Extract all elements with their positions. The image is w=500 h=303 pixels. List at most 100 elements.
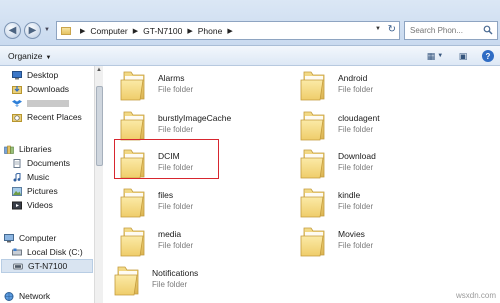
folder-item-alarms[interactable]: Alarms File folder [118, 69, 288, 105]
sidebar-item-videos[interactable]: Videos [12, 199, 53, 211]
documents-icon [13, 158, 21, 168]
dropbox-icon [12, 99, 22, 107]
chevron-down-icon: ▼ [45, 55, 52, 61]
sidebar-item-computer[interactable]: Computer [4, 232, 56, 244]
breadcrumb: ▶ Computer ▶ GT-N7100 ▶ Phone ▶ [75, 26, 238, 36]
sidebar-item-label: Downloads [27, 84, 70, 94]
sidebar-item-desktop[interactable]: Desktop [12, 69, 58, 81]
folder-icon [120, 111, 145, 141]
search-input[interactable] [410, 26, 482, 35]
address-toolbar: ◀ ▶ ▼ ▶ Computer ▶ GT-N7100 ▶ Phone ▶ ▼ … [0, 0, 500, 46]
folder-item-notifications[interactable]: Notifications File folder [112, 264, 282, 300]
breadcrumb-device[interactable]: GT-N7100 [143, 26, 182, 36]
view-options-icon: ▦ [426, 50, 436, 61]
videos-icon [12, 201, 22, 209]
chevron-right-icon[interactable]: ▶ [227, 27, 232, 35]
refresh-button[interactable]: ↻ [388, 24, 396, 35]
folder-item-android[interactable]: Android File folder [298, 69, 468, 105]
network-icon [4, 291, 14, 301]
folder-item-media[interactable]: media File folder [118, 225, 288, 261]
refresh-icon: ↻ [387, 24, 396, 35]
sidebar-item-label: Videos [27, 200, 53, 210]
preview-pane-icon: ▣ [458, 50, 468, 61]
preview-pane-button[interactable]: ▣ [452, 50, 474, 62]
sidebar-item-gt-n7100[interactable]: GT-N7100 [1, 259, 93, 273]
scrollbar-thumb[interactable] [96, 86, 103, 166]
search-icon [483, 25, 493, 35]
folder-icon [300, 71, 325, 101]
redacted-label [27, 99, 69, 107]
folder-name: Movies [338, 229, 365, 239]
folder-name: cloudagent [338, 113, 380, 123]
folder-name: files [158, 190, 174, 200]
folder-mini-icon [61, 26, 71, 35]
folder-name: burstlyImageCache [158, 113, 232, 123]
computer-icon [4, 233, 14, 242]
folder-name: media [158, 229, 182, 239]
sidebar-item-pictures[interactable]: Pictures [12, 185, 58, 197]
arrow-left-icon: ◀ [8, 24, 17, 36]
organize-button[interactable]: Organize ▼ [8, 51, 51, 61]
folder-type: File folder [338, 125, 374, 134]
navigation-pane: Desktop Downloads Recent Places Librarie… [0, 66, 96, 303]
folder-type: File folder [158, 241, 194, 250]
folder-item-cloudagent[interactable]: cloudagent File folder [298, 109, 468, 145]
chevron-right-icon[interactable]: ▶ [80, 27, 85, 35]
folder-icon [300, 227, 325, 257]
sidebar-item-music[interactable]: Music [12, 171, 49, 183]
folder-type: File folder [158, 202, 194, 211]
command-bar: Organize ▼ ▦ ▼ ▣ ? [0, 46, 500, 66]
chevron-right-icon[interactable]: ▶ [187, 27, 192, 35]
folder-type: File folder [152, 280, 188, 289]
folder-icon [114, 266, 139, 296]
search-box[interactable] [404, 21, 498, 40]
folder-type: File folder [338, 202, 374, 211]
help-icon: ? [485, 51, 491, 61]
change-view-button[interactable]: ▦ ▼ [424, 50, 446, 62]
sidebar-item-label: Recent Places [27, 112, 82, 122]
folder-type: File folder [338, 163, 374, 172]
folder-icon [300, 149, 325, 179]
arrow-right-icon: ▶ [28, 24, 37, 36]
chevron-right-icon[interactable]: ▶ [133, 27, 138, 35]
folder-type: File folder [158, 125, 194, 134]
pictures-icon [12, 186, 22, 196]
sidebar-item-label: Network [19, 291, 51, 301]
sidebar-item-label: Pictures [27, 186, 58, 196]
address-dropdown-button[interactable]: ▼ [375, 26, 381, 32]
folder-type: File folder [158, 85, 194, 94]
address-bar[interactable]: ▶ Computer ▶ GT-N7100 ▶ Phone ▶ ▼ ↻ [56, 21, 400, 40]
sidebar-item-downloads[interactable]: Downloads [12, 83, 69, 95]
sidebar-item-dropbox[interactable] [12, 97, 69, 109]
sidebar-item-network[interactable]: Network [4, 290, 50, 302]
folder-icon [120, 149, 145, 179]
help-button[interactable]: ? [482, 50, 494, 62]
chevron-down-icon: ▼ [437, 53, 444, 59]
breadcrumb-phone[interactable]: Phone [198, 26, 223, 36]
recent-pages-dropdown[interactable]: ▼ [44, 27, 52, 35]
folder-name: kindle [338, 190, 361, 200]
forward-button[interactable]: ▶ [24, 22, 41, 39]
sidebar-item-recent-places[interactable]: Recent Places [12, 111, 82, 123]
folder-item-files[interactable]: files File folder [118, 186, 288, 222]
folder-item-dcim[interactable]: DCIM File folder [118, 147, 288, 183]
sidebar-item-local-disk[interactable]: Local Disk (C:) [12, 246, 83, 258]
folder-icon [300, 111, 325, 141]
music-icon [13, 172, 21, 181]
folder-item-kindle[interactable]: kindle File folder [298, 186, 468, 222]
back-button[interactable]: ◀ [4, 22, 21, 39]
folder-name: Notifications [152, 268, 199, 278]
local-disk-icon [12, 248, 22, 255]
folder-item-movies[interactable]: Movies File folder [298, 225, 468, 261]
folder-item-download[interactable]: Download File folder [298, 147, 468, 183]
sidebar-item-libraries[interactable]: Libraries [4, 143, 52, 155]
scroll-up-icon[interactable]: ▲ [96, 67, 102, 73]
folder-item-burstlyimagecache[interactable]: burstlyImageCache File folder [118, 109, 288, 145]
sidebar-item-documents[interactable]: Documents [12, 157, 70, 169]
sidebar-item-label: GT-N7100 [28, 261, 68, 271]
organize-label: Organize [8, 51, 43, 61]
sidebar-scrollbar[interactable]: ▲ [94, 66, 103, 303]
breadcrumb-computer[interactable]: Computer [90, 26, 127, 36]
folder-name: Alarms [158, 73, 185, 83]
sidebar-item-label: Computer [19, 233, 57, 243]
